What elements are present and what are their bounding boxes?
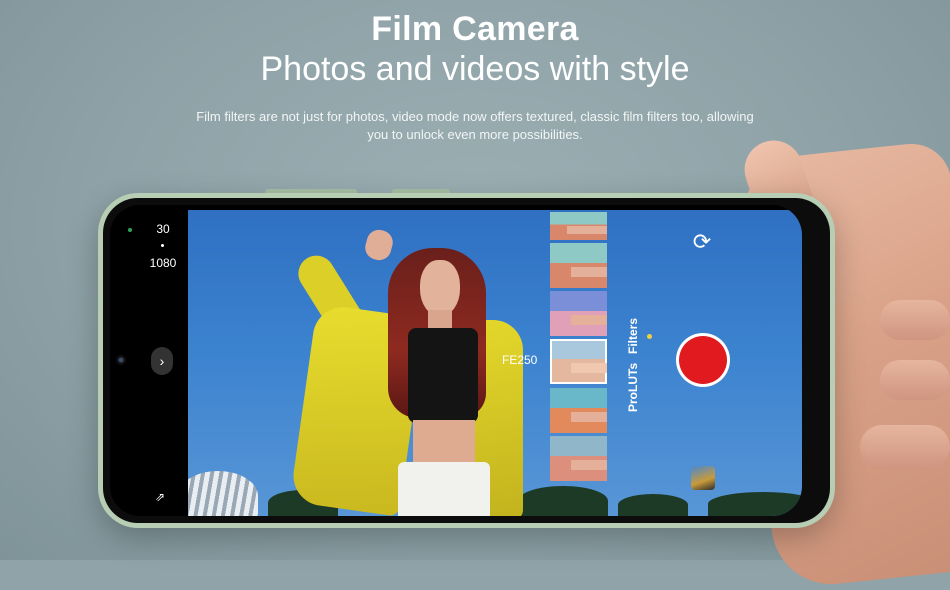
tree — [708, 492, 802, 516]
page-title: Film Camera — [371, 10, 579, 48]
filter-thumbnail[interactable] — [550, 243, 607, 288]
record-icon[interactable] — [679, 336, 727, 384]
frame-rate-toggle[interactable]: 30 — [150, 222, 176, 236]
filter-thumbnail-selected[interactable] — [550, 339, 607, 384]
tab-filters[interactable]: Filters — [626, 318, 640, 354]
front-camera-hole — [116, 355, 126, 365]
white-pants — [398, 462, 490, 516]
recording-indicator — [128, 228, 132, 232]
tree — [618, 494, 688, 516]
finger-illustration — [880, 360, 950, 400]
separator-dot — [161, 244, 164, 247]
active-tab-indicator — [647, 334, 652, 339]
gallery-thumbnail[interactable] — [691, 466, 715, 490]
black-top — [408, 328, 478, 423]
resolution-toggle[interactable]: 1080 — [143, 256, 183, 270]
chevron-right-icon[interactable]: › — [151, 347, 173, 375]
filter-thumbnail[interactable] — [550, 388, 607, 433]
finger-illustration — [860, 425, 950, 469]
tab-proluts[interactable]: ProLUTs — [626, 363, 640, 412]
flip-camera-icon[interactable]: ⟳ — [689, 229, 715, 255]
filter-thumbnail[interactable] — [550, 436, 607, 481]
flash-off-icon[interactable]: ⇗ — [155, 490, 165, 504]
filter-thumbnail[interactable] — [550, 291, 607, 336]
tree — [518, 486, 608, 516]
face — [420, 260, 460, 316]
feature-description: Film filters are not just for photos, vi… — [196, 109, 754, 142]
filter-thumbnail[interactable] — [550, 212, 607, 240]
page-subtitle: Photos and videos with style — [260, 50, 690, 88]
finger-illustration — [880, 300, 950, 340]
selected-filter-label: FE250 — [502, 353, 538, 367]
